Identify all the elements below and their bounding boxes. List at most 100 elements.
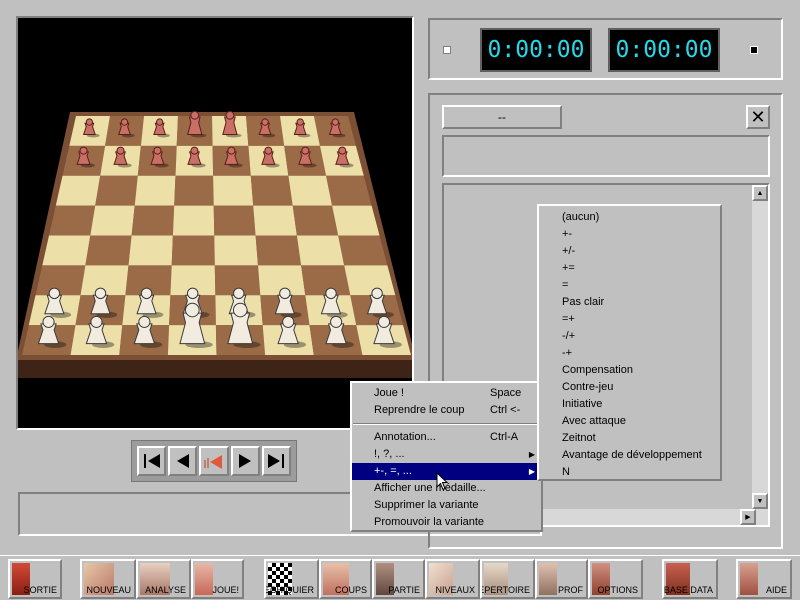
submenu-item-initiative[interactable]: Initiative [539,396,720,413]
piece-head [377,315,391,328]
move-navigation-bar [131,440,297,482]
piece-head [330,315,343,328]
toolbar-label: SORTIE [23,585,57,595]
piece-head [232,302,248,318]
board-square [128,235,173,266]
menu-item-annotation[interactable]: Annotation... Ctrl-A [352,429,541,446]
board-square [55,175,101,206]
toolbar-button-base-data[interactable]: BASE DATA [662,559,718,599]
piece-head [325,287,337,300]
toolbar-button-niveaux[interactable]: NIVEAUX [425,559,480,599]
last-move-button[interactable] [261,446,292,476]
board-square [255,235,302,266]
piece-head [296,118,304,126]
board-square [326,175,372,206]
piece-head [116,146,125,155]
toolbar-button-partie[interactable]: PARTIE [372,559,425,599]
submenu-item-aucun[interactable]: (aucun) [539,209,720,226]
board-square [288,175,333,206]
menu-item-label: Afficher une médaille... [374,482,486,494]
piece-head [227,146,236,155]
submenu-item-white-slightly-better[interactable]: += [539,260,720,277]
toolbar-button-echiquier[interactable]: ECHIQUIER [264,559,319,599]
clock-panel: 0:00:00 0:00:00 [428,18,783,80]
piece-head [155,118,164,126]
context-menu: Joue ! Space Reprendre le coup Ctrl <- A… [350,381,543,532]
submenu-item-equal[interactable]: = [539,277,720,294]
toolbar-label: COUPS [334,585,367,595]
chessboard-canvas[interactable] [18,18,412,428]
chessboard-3d-view[interactable] [16,16,414,430]
submenu-item-avec-attaque[interactable]: Avec attaque [539,413,720,430]
piece-head [186,287,199,300]
vertical-scrollbar[interactable]: ▲ ▼ [751,185,768,525]
submenu-item-black-decisive[interactable]: -+ [539,345,720,362]
board-square [253,205,297,236]
person-icon [195,563,213,595]
submenu-item-compensation[interactable]: Compensation [539,362,720,379]
submenu-item-black-better[interactable]: -/+ [539,328,720,345]
scroll-right-button[interactable]: ▶ [740,509,756,525]
next-move-button[interactable] [230,446,260,476]
piece-head [90,315,103,328]
menu-item-supprimer-variante[interactable]: Supprimer la variante [352,497,541,514]
toolbar-button-prof[interactable]: PROF [535,559,588,599]
first-move-button[interactable] [137,446,167,476]
previous-move-button[interactable] [168,446,198,476]
piece-head [225,110,235,120]
submenu-item-novelty[interactable]: N [539,464,720,481]
close-button[interactable]: ✕ [746,105,770,129]
piece-head [331,118,339,126]
board-square [35,265,86,296]
skip-start-icon [143,454,160,468]
piece-head [153,146,162,155]
variation-tab[interactable]: -- [442,105,562,129]
submenu-item-zeitnot[interactable]: Zeitnot [539,430,720,447]
menu-item-promouvoir-variante[interactable]: Promouvoir la variante [352,514,541,531]
board-edge [18,360,412,378]
submenu-item-white-better[interactable]: +/- [539,243,720,260]
toolbar-button-coups[interactable]: COUPS [319,559,372,599]
board-square [131,205,175,236]
submenu-item-contre-jeu[interactable]: Contre-jeu [539,379,720,396]
menu-item-joue[interactable]: Joue ! Space [352,385,541,402]
submenu-item-black-slightly-better[interactable]: =+ [539,311,720,328]
menu-item-move-symbols[interactable]: !, ?, ... ▶ [352,446,541,463]
toolbar-button-repertoire[interactable]: REPERTOIRE [480,559,535,599]
piece-head [94,287,107,300]
back-arrow-icon [176,454,189,468]
menu-shortcut: Ctrl-A [490,431,519,443]
scroll-down-button[interactable]: ▼ [752,493,768,509]
toolbar-button-analyse[interactable]: ANALYSE [136,559,191,599]
toolbar-label: NOUVEAU [86,585,131,595]
toolbar-button-nouveau[interactable]: NOUVEAU [80,559,136,599]
board-square [90,205,135,236]
toolbar-button-joue[interactable]: JOUE! [191,559,244,599]
take-back-button[interactable] [199,446,229,476]
submenu-item-white-decisive[interactable]: +- [539,226,720,243]
piece-head [85,118,94,126]
takeback-icon [204,455,222,469]
board-square [214,235,258,266]
board-square [296,235,345,266]
menu-item-reprendre[interactable]: Reprendre le coup Ctrl <- [352,402,541,419]
submenu-item-avantage-developpement[interactable]: Avantage de développement [539,447,720,464]
scroll-up-button[interactable]: ▲ [752,185,768,201]
toolbar-button-aide[interactable]: AIDE [736,559,792,599]
toolbar-label: AIDE [765,585,787,595]
scroll-down-icon: ▼ [756,497,764,505]
piece-head [233,287,245,300]
board-square [332,205,380,236]
menu-item-label: Promouvoir la variante [374,516,485,528]
toolbar-button-options[interactable]: OPTIONS [588,559,643,599]
toolbar-label: ANALYSE [145,585,186,595]
submenu-arrow-icon: ▶ [528,467,535,476]
game-header-field [442,135,770,177]
piece-head [190,146,199,155]
piece-head [338,146,347,155]
toolbar-label: ECHIQUIER [264,585,314,595]
toolbar-button-sortie[interactable]: SORTIE [8,559,62,599]
piece-head [371,287,383,300]
piece-head [264,146,273,155]
submenu-item-unclear[interactable]: Pas clair [539,294,720,311]
